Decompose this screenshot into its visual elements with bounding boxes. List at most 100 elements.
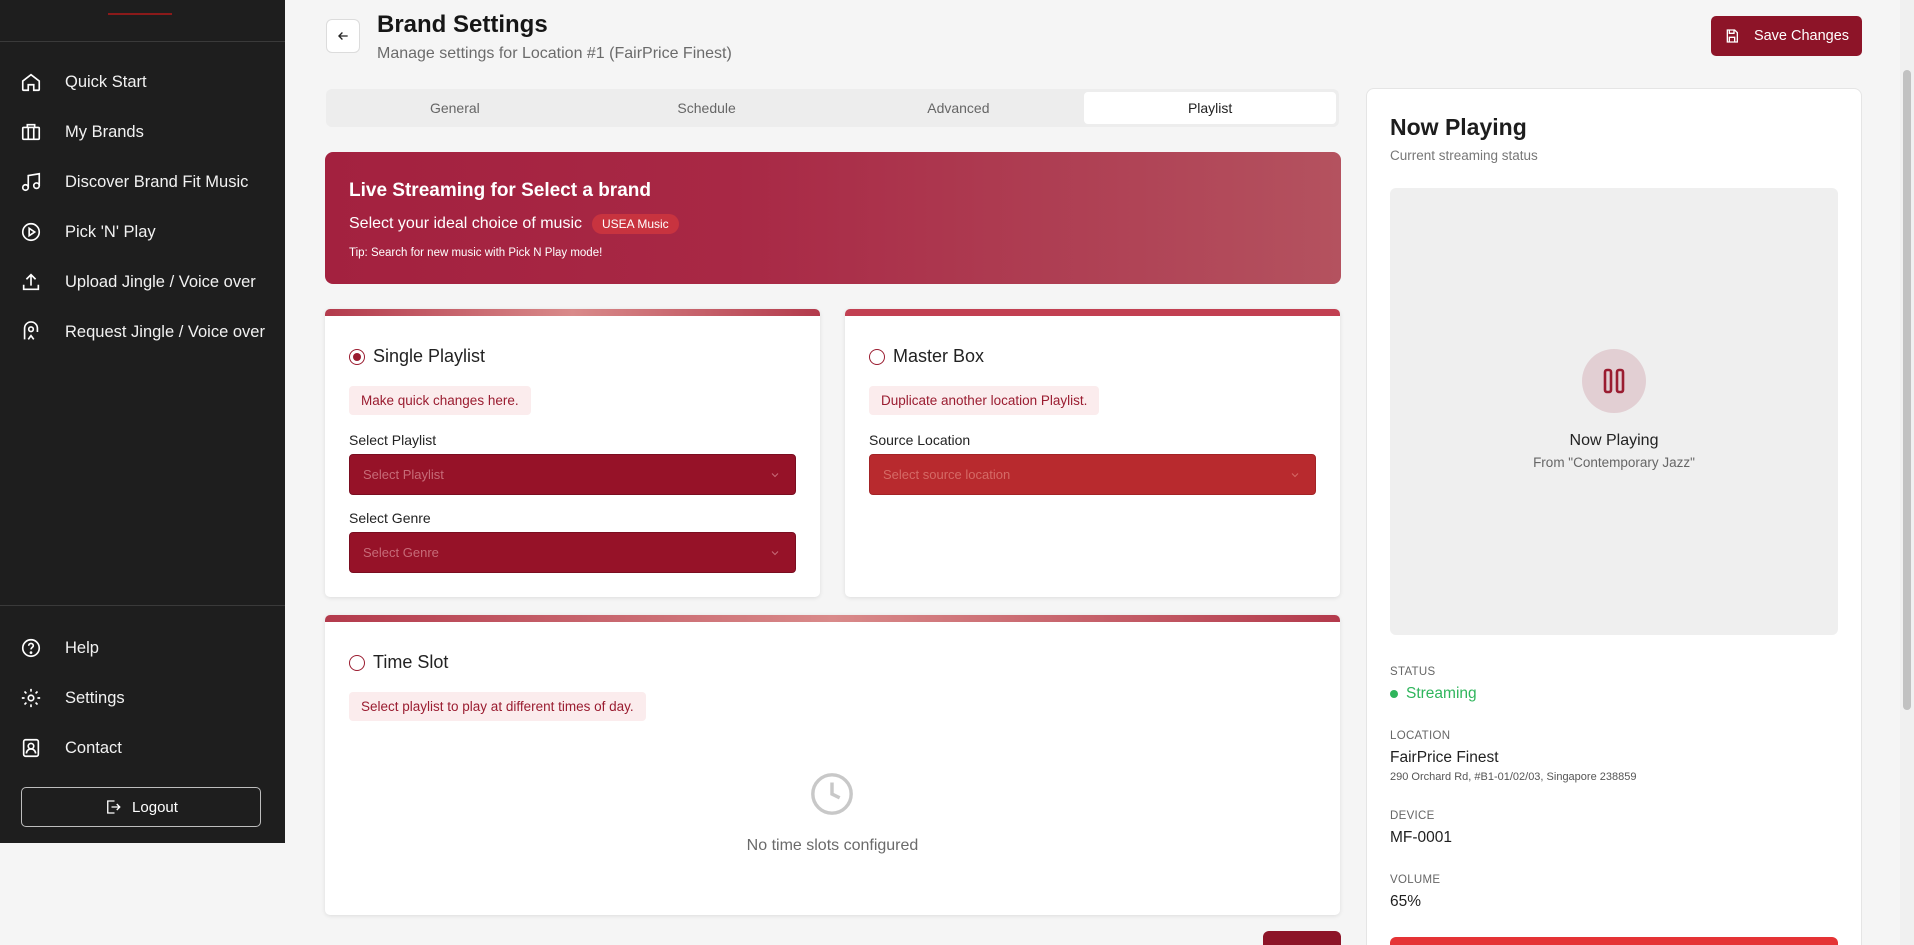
sidebar-item-quick-start[interactable]: Quick Start [0, 60, 285, 104]
tab-playlist[interactable]: Playlist [1084, 92, 1336, 124]
single-playlist-option[interactable]: Single Playlist [349, 346, 485, 367]
time-slot-option[interactable]: Time Slot [349, 652, 448, 673]
sidebar-item-my-brands[interactable]: My Brands [0, 110, 285, 154]
volume-key: VOLUME [1390, 874, 1441, 886]
sidebar-item-label: Request Jingle / Voice over [65, 322, 265, 341]
status-key: STATUS [1390, 666, 1436, 678]
source-location-label: Source Location [869, 432, 971, 448]
chevron-down-icon [771, 551, 779, 556]
select-genre-dropdown[interactable]: Select Genre [349, 532, 796, 573]
banner-row: Select your ideal choice of music USEA M… [349, 214, 1317, 234]
pause-icon [1603, 368, 1625, 394]
contact-icon [22, 738, 40, 758]
sidebar-item-discover[interactable]: Discover Brand Fit Music [0, 160, 285, 204]
logout-icon [107, 800, 121, 814]
sidebar-item-label: Settings [65, 688, 125, 707]
divider [0, 605, 285, 606]
sidebar-item-label: Help [65, 638, 99, 657]
live-streaming-banner: Live Streaming for Select a brand Select… [325, 152, 1341, 284]
time-slot-empty-text: No time slots configured [746, 837, 919, 854]
save-changes-button[interactable]: Save Changes [1711, 16, 1862, 56]
select-playlist-label: Select Playlist [349, 432, 437, 448]
player-now-playing: Now Playing [1569, 432, 1659, 449]
tab-general[interactable]: General [329, 92, 581, 124]
time-slot-card: Time Slot Select playlist to play at dif… [325, 615, 1340, 915]
sidebar-item-label: My Brands [65, 122, 144, 141]
card-stripe [325, 309, 820, 316]
single-playlist-radio[interactable] [349, 348, 365, 365]
time-slot-radio[interactable] [349, 654, 365, 671]
footer-action-button[interactable] [1263, 931, 1341, 945]
status-text: Streaming [1406, 685, 1477, 702]
time-slot-label: Time Slot [373, 652, 449, 672]
sidebar-item-settings[interactable]: Settings [0, 676, 285, 720]
save-label: Save Changes [1753, 28, 1850, 44]
page-title: Brand Settings [377, 11, 548, 38]
sidebar-item-contact[interactable]: Contact [0, 726, 285, 770]
scrollbar-thumb[interactable] [1903, 70, 1911, 710]
location-key: LOCATION [1390, 730, 1451, 742]
master-box-radio[interactable] [869, 348, 885, 365]
banner-tip: Tip: Search for new music with Pick N Pl… [349, 247, 603, 259]
pause-button[interactable] [1582, 349, 1646, 413]
now-playing-subtitle: Current streaming status [1390, 148, 1538, 163]
master-box-hint: Duplicate another location Playlist. [869, 386, 1100, 415]
clock-icon [811, 773, 853, 815]
page-scrollbar[interactable] [1900, 0, 1914, 945]
save-icon [1726, 29, 1738, 43]
location-address: 290 Orchard Rd, #B1-01/02/03, Singapore … [1390, 771, 1637, 783]
device-key: DEVICE [1390, 810, 1435, 822]
master-box-label: Master Box [893, 346, 985, 366]
device-value: MF-0001 [1390, 829, 1453, 846]
sidebar-logo-accent [108, 13, 172, 15]
play-circle-icon [21, 222, 41, 242]
sidebar-item-request-jingle[interactable]: Request Jingle / Voice over [0, 310, 285, 354]
music-badge: USEA Music [592, 214, 679, 234]
sidebar-item-label: Discover Brand Fit Music [65, 172, 249, 191]
divider [0, 41, 285, 42]
back-button[interactable] [326, 19, 360, 53]
select-playlist-dropdown[interactable]: Select Playlist [349, 454, 796, 495]
select-genre-placeholder: Select Genre [363, 545, 439, 560]
logout-label: Logout [132, 798, 178, 816]
logout-button[interactable]: Logout [21, 787, 261, 827]
sidebar-item-label: Contact [65, 738, 122, 757]
select-genre-label: Select Genre [349, 510, 431, 526]
chevron-down-icon [771, 473, 779, 478]
home-icon [21, 73, 41, 92]
card-stripe [845, 309, 1340, 316]
brands-icon [21, 123, 41, 141]
master-box-option[interactable]: Master Box [869, 346, 984, 367]
banner-text: Select your ideal choice of music [349, 215, 582, 232]
page-subtitle: Manage settings for Location #1 (FairPri… [377, 45, 732, 62]
player-source: From "Contemporary Jazz" [1533, 455, 1695, 470]
volume-value: 65% [1390, 893, 1422, 910]
tab-schedule[interactable]: Schedule [581, 92, 833, 124]
sidebar: Quick Start My Brands Discover Brand Fit… [0, 0, 285, 843]
sidebar-item-help[interactable]: Help [0, 626, 285, 670]
settings-tabs: General Schedule Advanced Playlist [326, 89, 1339, 127]
master-box-card: Master Box Duplicate another location Pl… [845, 309, 1340, 597]
card-stripe [325, 615, 1340, 622]
status-value: Streaming [1390, 685, 1477, 703]
gear-icon [21, 688, 41, 708]
source-location-placeholder: Select source location [883, 467, 1011, 482]
sidebar-item-upload-jingle[interactable]: Upload Jingle / Voice over [0, 260, 285, 304]
tab-advanced[interactable]: Advanced [833, 92, 1085, 124]
sidebar-item-label: Pick 'N' Play [65, 222, 156, 241]
single-playlist-card: Single Playlist Make quick changes here.… [325, 309, 820, 597]
panel-action-button[interactable] [1390, 937, 1838, 945]
arrow-left-icon [338, 32, 348, 40]
banner-title: Live Streaming for Select a brand [349, 180, 651, 201]
sidebar-item-label: Quick Start [65, 72, 147, 91]
now-playing-title: Now Playing [1390, 114, 1527, 140]
single-playlist-label: Single Playlist [373, 346, 486, 366]
music-note-icon [21, 172, 41, 192]
location-name: FairPrice Finest [1390, 749, 1499, 766]
help-icon [21, 638, 41, 658]
chevron-down-icon [1291, 473, 1299, 478]
request-icon [23, 321, 39, 340]
sidebar-item-pick-n-play[interactable]: Pick 'N' Play [0, 210, 285, 254]
source-location-dropdown[interactable]: Select source location [869, 454, 1316, 495]
select-playlist-placeholder: Select Playlist [363, 467, 444, 482]
